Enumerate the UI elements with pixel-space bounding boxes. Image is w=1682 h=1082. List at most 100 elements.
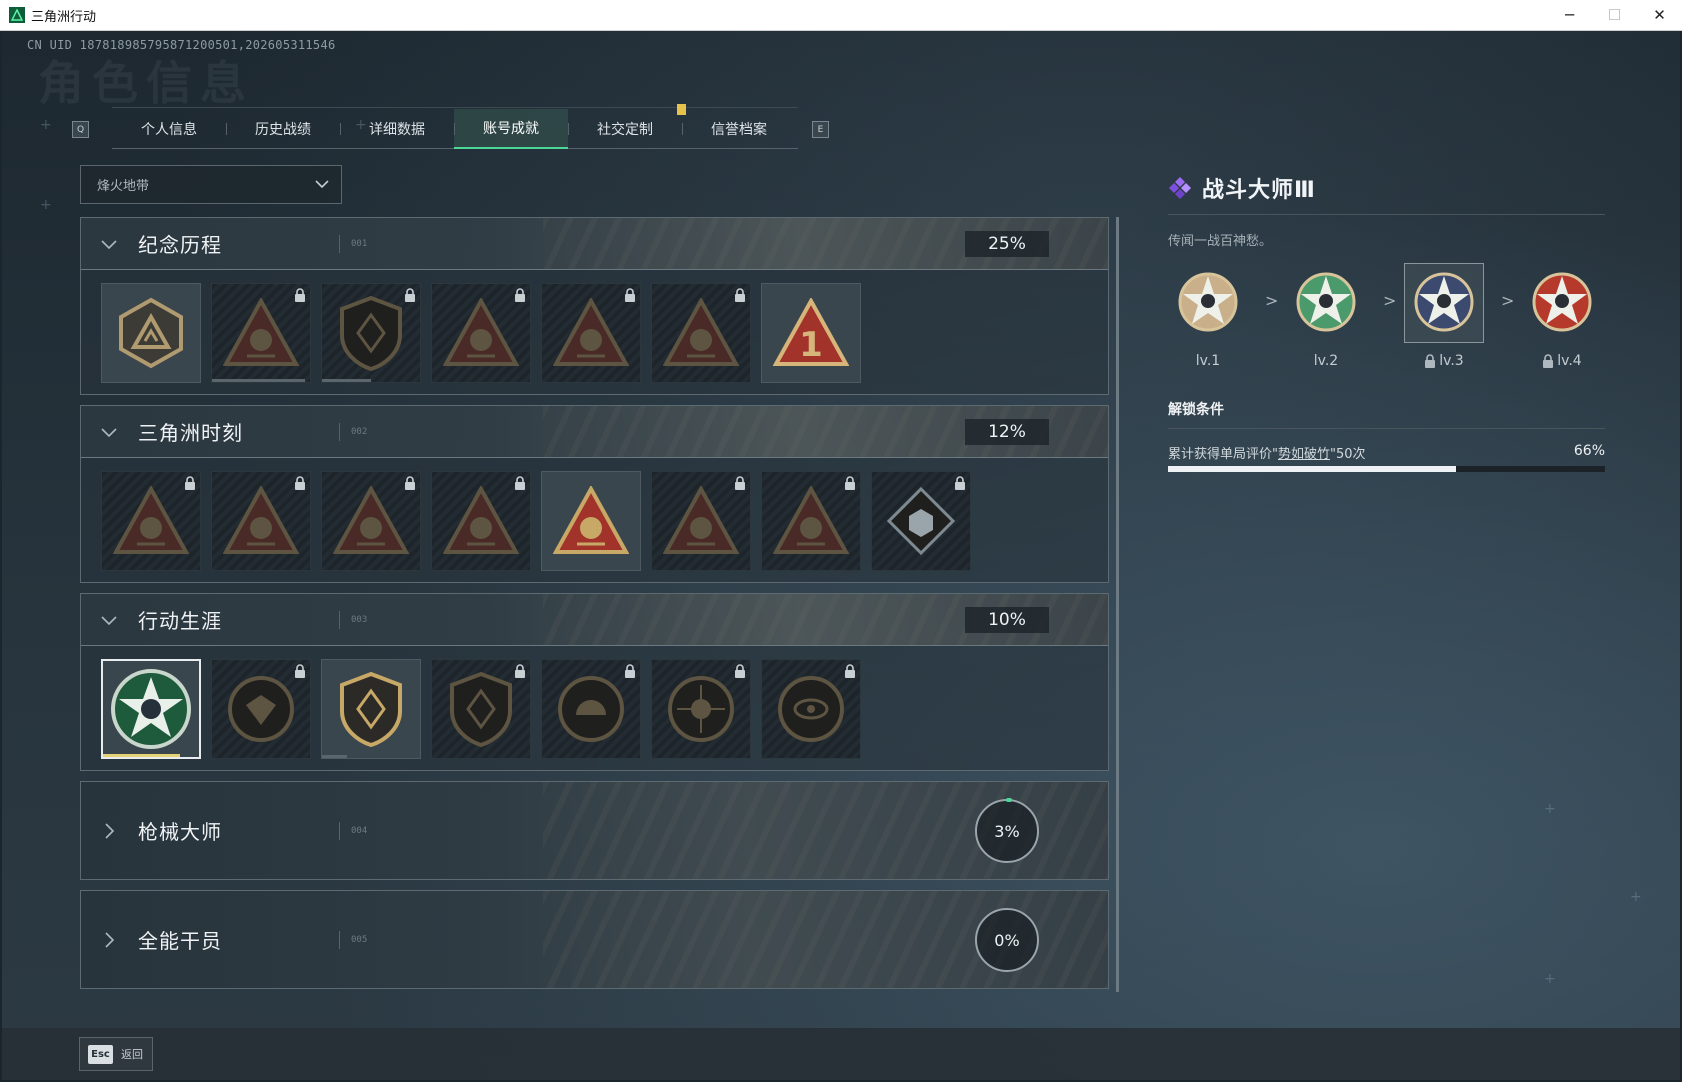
tab-6[interactable]: 信誉档案 bbox=[682, 109, 796, 149]
chevron-down-icon[interactable] bbox=[101, 612, 117, 628]
lock-icon bbox=[404, 287, 416, 302]
divider bbox=[1168, 214, 1605, 215]
achievement-badge[interactable] bbox=[651, 283, 751, 383]
winged-shield-icon bbox=[226, 671, 296, 747]
squad-triangle-icon bbox=[553, 486, 629, 556]
tab-4[interactable]: 账号成就 bbox=[454, 109, 568, 149]
tab-bar-divider bbox=[112, 107, 798, 108]
close-button[interactable]: ✕ bbox=[1637, 0, 1682, 30]
achievement-badge[interactable] bbox=[541, 283, 641, 383]
lock-icon bbox=[294, 663, 306, 678]
category-code: 004 bbox=[351, 825, 368, 836]
achievement-badge[interactable] bbox=[651, 659, 751, 759]
progress-arc bbox=[1006, 798, 1012, 802]
condition-progress-bar bbox=[1168, 466, 1605, 472]
bottom-bar: Esc 返回 bbox=[2, 1028, 1680, 1080]
lock-icon bbox=[844, 475, 856, 490]
tab-label: 账号成就 bbox=[483, 121, 539, 137]
achievement-level-3[interactable]: lv.3 bbox=[1404, 263, 1484, 373]
category-name: 纪念历程 bbox=[138, 233, 222, 257]
crosshair-decoration-icon: + bbox=[40, 117, 52, 133]
achievement-badge[interactable] bbox=[541, 659, 641, 759]
achievement-badge[interactable] bbox=[321, 659, 421, 759]
lock-icon bbox=[514, 287, 526, 302]
achievement-level-4[interactable]: lv.4 bbox=[1522, 263, 1602, 373]
achievement-category: 枪械大师 004 3% bbox=[80, 781, 1109, 880]
achievement-badge[interactable] bbox=[321, 283, 421, 383]
tab-5[interactable]: 社交定制 bbox=[568, 104, 686, 149]
achievement-badge[interactable] bbox=[761, 471, 861, 571]
achievement-badge[interactable] bbox=[871, 471, 971, 571]
category-header[interactable]: 枪械大师 004 3% bbox=[81, 782, 1108, 879]
badge-progress-bar bbox=[322, 755, 347, 758]
achievement-badge[interactable] bbox=[431, 283, 531, 383]
achievement-badge[interactable] bbox=[761, 659, 861, 759]
category-header[interactable]: 纪念历程 001 25% bbox=[81, 218, 1108, 269]
player-uid: CN UID 18781898579587120050­1,2026053115… bbox=[27, 38, 336, 52]
achievement-badge[interactable]: 1 bbox=[761, 283, 861, 383]
dropdown-selected-value: 烽火地带 bbox=[97, 179, 150, 194]
achievement-badge[interactable] bbox=[101, 471, 201, 571]
chevron-down-icon[interactable] bbox=[101, 236, 117, 252]
warriors-triangle-icon bbox=[663, 486, 739, 556]
level-label: lv.4 bbox=[1522, 353, 1602, 369]
category-percent: 25% bbox=[965, 231, 1049, 257]
chevron-down-icon bbox=[315, 180, 329, 189]
hooded-operator-icon bbox=[553, 298, 629, 368]
category-name: 全能干员 bbox=[138, 929, 222, 953]
lock-icon bbox=[844, 663, 856, 678]
category-percent: 12% bbox=[965, 419, 1049, 445]
star-medal-icon bbox=[1404, 263, 1484, 343]
achievement-level-1[interactable]: lv.1 bbox=[1168, 263, 1248, 373]
achievement-category: 行动生涯 003 10% bbox=[80, 593, 1109, 771]
shield-emblem-icon bbox=[336, 295, 406, 371]
minimize-button[interactable]: ─ bbox=[1547, 0, 1592, 30]
star-medal-icon bbox=[1286, 263, 1366, 343]
level-label: lv.3 bbox=[1404, 353, 1484, 369]
back-button[interactable]: Esc 返回 bbox=[79, 1037, 153, 1071]
achievement-badge[interactable] bbox=[321, 471, 421, 571]
category-header[interactable]: 行动生涯 003 10% bbox=[81, 594, 1108, 645]
category-header[interactable]: 三角洲时刻 002 12% bbox=[81, 406, 1108, 457]
next-tab-key[interactable]: E bbox=[812, 121, 829, 138]
achievement-badge[interactable] bbox=[211, 471, 311, 571]
category-percent-ring: 0% bbox=[975, 908, 1039, 972]
divider bbox=[339, 930, 340, 949]
round-helmet-icon bbox=[556, 671, 626, 747]
helmet-soldier-icon bbox=[663, 298, 739, 368]
achievement-badge[interactable] bbox=[431, 471, 531, 571]
tab-1[interactable]: 个人信息 bbox=[112, 109, 226, 149]
background-watermark: 角色信息 bbox=[38, 56, 254, 110]
tab-3[interactable]: 详细数据 bbox=[340, 109, 454, 149]
achievement-badge[interactable] bbox=[541, 471, 641, 571]
condition-progress-fill bbox=[1168, 466, 1457, 472]
divider bbox=[339, 821, 340, 840]
map-mode-dropdown[interactable]: 烽火地带 bbox=[80, 165, 342, 204]
category-name: 行动生涯 bbox=[138, 609, 222, 633]
level-text: lv.3 bbox=[1439, 353, 1464, 369]
achievement-badge[interactable] bbox=[431, 659, 531, 759]
lock-icon bbox=[624, 663, 636, 678]
prev-tab-key[interactable]: Q bbox=[72, 121, 89, 138]
lock-icon bbox=[954, 475, 966, 490]
achievement-title: 战斗大师Ⅲ bbox=[1202, 178, 1316, 203]
level-label: lv.1 bbox=[1168, 353, 1248, 369]
category-percent: 3% bbox=[994, 821, 1020, 841]
tab-list: 个人信息 历史战绩 详细数据 账号成就 社交定制 信誉档案 bbox=[112, 104, 798, 149]
chevron-right-icon[interactable] bbox=[101, 931, 117, 948]
tab-2[interactable]: 历史战绩 bbox=[226, 109, 340, 149]
achievement-badge[interactable] bbox=[211, 283, 311, 383]
achievement-badge[interactable] bbox=[101, 283, 201, 383]
level-progression: lv.1 > lv.2 > lv.3 > lv.4 bbox=[1168, 263, 1605, 383]
achievement-level-2[interactable]: lv.2 bbox=[1286, 263, 1366, 373]
chevron-down-icon[interactable] bbox=[101, 424, 117, 440]
category-scrollbar[interactable] bbox=[1116, 217, 1119, 992]
rank-one-triangle-icon: 1 bbox=[773, 298, 849, 368]
chevron-right-icon[interactable] bbox=[101, 822, 117, 839]
achievement-badge[interactable] bbox=[651, 471, 751, 571]
achievement-badge[interactable] bbox=[101, 659, 201, 759]
condition-highlight-link[interactable]: 势如破竹 bbox=[1278, 447, 1330, 462]
achievement-badge[interactable] bbox=[211, 659, 311, 759]
maximize-button[interactable]: ☐ bbox=[1592, 0, 1637, 30]
category-header[interactable]: 全能干员 005 0% bbox=[81, 891, 1108, 988]
